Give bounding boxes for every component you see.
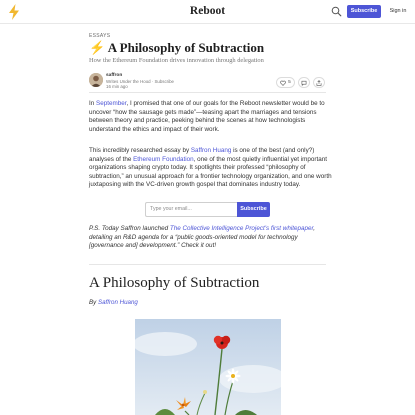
header-divider [89, 92, 326, 93]
ethereum-foundation-link[interactable]: Ethereum Foundation [133, 156, 194, 163]
top-navigation-bar: Reboot Subscribe Sign in [0, 0, 415, 24]
post-timestamp: 16 min ago [106, 84, 128, 89]
avatar[interactable] [89, 73, 103, 87]
essay-heading: A Philosophy of Subtraction [89, 275, 260, 291]
author-name[interactable]: saffron [106, 73, 122, 78]
sign-in-link[interactable]: Sign in [385, 5, 411, 18]
ps-paragraph: P.S. Today Saffron launched The Collecti… [89, 225, 316, 250]
like-button[interactable]: 5 [276, 77, 295, 88]
share-button[interactable] [313, 77, 325, 88]
essay-byline: By Saffron Huang [89, 299, 138, 306]
essay-intro-paragraph: This incredibly researched essay by Saff… [89, 147, 332, 189]
heart-icon [280, 80, 286, 86]
post-subtitle: How the Ethereum Foundation drives innov… [89, 57, 264, 64]
search-icon[interactable] [330, 5, 343, 18]
lightning-logo-icon[interactable] [8, 4, 20, 20]
share-icon [316, 79, 322, 86]
saffron-huang-link[interactable]: Saffron Huang [191, 147, 232, 154]
comment-button[interactable] [298, 77, 310, 88]
lightning-emoji-icon: ⚡ [89, 40, 106, 55]
publication-name[interactable]: Reboot [190, 5, 225, 17]
hero-image[interactable] [135, 319, 281, 415]
like-count: 5 [288, 80, 291, 85]
intro-paragraph: In September, I promised that one of our… [89, 100, 325, 133]
section-label[interactable]: ESSAYS [89, 33, 110, 39]
comment-icon [301, 80, 307, 86]
post-title: ⚡ A Philosophy of Subtraction [89, 40, 349, 56]
subscribe-button[interactable]: Subscribe [347, 5, 381, 18]
section-divider [89, 264, 326, 265]
email-field[interactable]: Type your email... [145, 202, 238, 217]
author-photo [89, 73, 103, 87]
whitepaper-link[interactable]: The Collective Intelligence Project’s fi… [170, 225, 313, 232]
inline-subscribe-button[interactable]: Subscribe [237, 202, 270, 217]
september-link[interactable]: September [96, 100, 126, 107]
post-title-text: A Philosophy of Subtraction [107, 40, 265, 55]
byline-author-link[interactable]: Saffron Huang [98, 299, 138, 306]
